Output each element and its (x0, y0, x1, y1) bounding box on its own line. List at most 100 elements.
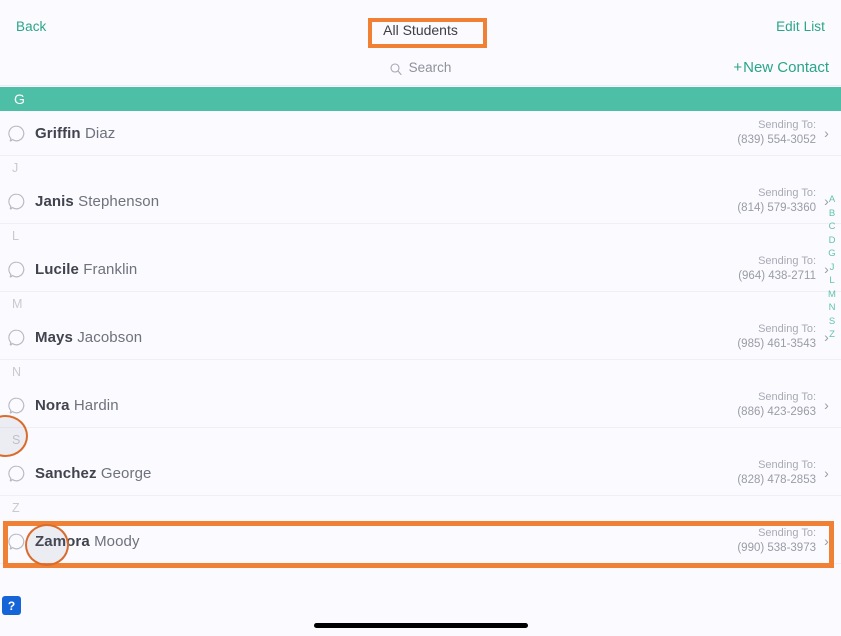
section-letter: S (0, 428, 841, 451)
section-letter: N (0, 360, 841, 383)
sending-to-block: Sending To: (814) 579-3360 (737, 187, 816, 215)
contact-last-name: Diaz (80, 124, 116, 142)
avatar-icon (8, 261, 25, 278)
contact-row[interactable]: Janis Stephenson Sending To: (814) 579-336… (0, 179, 841, 224)
section-letter: Z (0, 496, 841, 519)
navigation-bar: Back Edit List (0, 0, 841, 52)
sending-to-block: Sending To: (828) 478-2853 (737, 459, 816, 487)
contact-row-right: Sending To: (828) 478-2853 › (737, 459, 831, 487)
sending-to-phone: (886) 423-2963 (737, 405, 816, 418)
contacts-screen: Back Edit List All Students Search +New … (0, 0, 841, 636)
new-contact-button[interactable]: +New Contact (733, 59, 829, 76)
alphabet-index-letter[interactable]: C (829, 220, 836, 234)
contact-row-right: Sending To: (814) 579-3360 › (737, 187, 831, 215)
home-indicator (313, 623, 528, 628)
contact-first-name: Janis (35, 192, 74, 210)
plus-icon: + (733, 59, 743, 76)
section-letter-text: Z (12, 500, 20, 515)
section-letter-text: L (12, 228, 19, 243)
section-header-band: G (0, 87, 841, 111)
sending-to-phone: (990) 538-3973 (737, 541, 816, 554)
help-button[interactable]: ? (2, 596, 21, 615)
sending-to-phone: (839) 554-3052 (737, 133, 816, 146)
sending-to-block: Sending To: (839) 554-3052 (737, 119, 816, 147)
contact-rows: Griffin Diaz Sending To: (839) 554-3052 › J J… (0, 111, 841, 564)
alphabet-index-letter[interactable]: M (828, 288, 836, 302)
sending-to-block: Sending To: (886) 423-2963 (737, 391, 816, 419)
sending-to-label: Sending To: (758, 458, 816, 471)
contact-name: Mays Jacobson (35, 329, 142, 346)
sending-to-phone: (828) 478-2853 (737, 473, 816, 486)
alphabet-index-letter[interactable]: D (829, 234, 836, 248)
alphabet-index-letter[interactable]: S (829, 315, 835, 329)
section-letter: J (0, 156, 841, 179)
contact-name: Griffin Diaz (35, 125, 115, 142)
alphabet-index-letter[interactable]: L (829, 274, 834, 288)
sending-to-block: Sending To: (990) 538-3973 (737, 527, 816, 555)
edit-list-button[interactable]: Edit List (776, 19, 825, 34)
new-contact-label: New Contact (743, 59, 829, 76)
section-letter-text: M (12, 296, 23, 311)
contact-last-name: Moody (89, 532, 140, 550)
contact-first-name: Mays (35, 328, 73, 346)
alphabet-index-letter[interactable]: G (828, 247, 835, 261)
contact-name: Zamora Moody (35, 533, 140, 550)
alphabet-index-letter[interactable]: A (829, 193, 835, 207)
search-icon (390, 62, 402, 75)
sending-to-label: Sending To: (758, 322, 816, 335)
contact-row[interactable]: Lucile Franklin Sending To: (964) 438-2711… (0, 247, 841, 292)
section-letter-text: N (12, 364, 22, 379)
contact-row[interactable]: Zamora Moody Sending To: (990) 538-3973 › (0, 519, 841, 564)
contact-row-right: Sending To: (985) 461-3543 › (737, 323, 831, 351)
contact-name: Nora Hardin (35, 397, 119, 414)
search-input[interactable]: Search (409, 60, 452, 75)
search-input-wrap[interactable]: Search (0, 60, 841, 75)
contact-row[interactable]: Griffin Diaz Sending To: (839) 554-3052 › (0, 111, 841, 156)
contact-first-name: Lucile (35, 260, 79, 278)
sending-to-label: Sending To: (758, 390, 816, 403)
contact-row-right: Sending To: (990) 538-3973 › (737, 527, 831, 555)
contact-name: Janis Stephenson (35, 193, 159, 210)
section-letter: L (0, 224, 841, 247)
contact-row[interactable]: Nora Hardin Sending To: (886) 423-2963 › (0, 383, 841, 428)
sending-to-block: Sending To: (985) 461-3543 (737, 323, 816, 351)
sending-to-phone: (985) 461-3543 (737, 337, 816, 350)
contact-row[interactable]: Mays Jacobson Sending To: (985) 461-3543 › (0, 315, 841, 360)
sending-to-label: Sending To: (758, 526, 816, 539)
contact-first-name: Griffin (35, 124, 81, 142)
contact-last-name: Jacobson (72, 328, 143, 346)
section-letter-text: S (12, 432, 21, 447)
contact-last-name: Hardin (69, 396, 119, 414)
section-letter: M (0, 292, 841, 315)
contact-row-right: Sending To: (886) 423-2963 › (737, 391, 831, 419)
alphabet-index-letter[interactable]: B (829, 207, 835, 221)
contact-name: Lucile Franklin (35, 261, 137, 278)
sending-to-label: Sending To: (758, 186, 816, 199)
sending-to-phone: (964) 438-2711 (738, 269, 816, 282)
sending-to-label: Sending To: (758, 118, 816, 131)
contact-row-right: Sending To: (839) 554-3052 › (737, 119, 831, 147)
chevron-right-icon[interactable]: › (822, 466, 831, 480)
sending-to-block: Sending To: (964) 438-2711 (738, 255, 816, 283)
contact-last-name: Stephenson (73, 192, 160, 210)
contact-last-name: Franklin (78, 260, 138, 278)
search-bar[interactable]: Search +New Contact (0, 52, 841, 86)
alphabet-index-letter[interactable]: N (829, 301, 836, 315)
alphabet-index-letter[interactable]: Z (829, 328, 835, 342)
chevron-right-icon[interactable]: › (822, 398, 831, 412)
contact-row[interactable]: Sanchez George Sending To: (828) 478-2853 › (0, 451, 841, 496)
avatar-icon (8, 329, 25, 346)
section-header-letter: G (14, 91, 25, 107)
alphabet-index[interactable]: ABCDGJLMNSZ (825, 193, 839, 342)
contact-row-right: Sending To: (964) 438-2711 › (738, 255, 831, 283)
chevron-right-icon[interactable]: › (822, 534, 831, 548)
avatar-icon (8, 193, 25, 210)
sending-to-phone: (814) 579-3360 (737, 201, 816, 214)
contact-last-name: George (96, 464, 152, 482)
alphabet-index-letter[interactable]: J (830, 261, 835, 275)
avatar-icon (8, 465, 25, 482)
avatar-icon (8, 397, 25, 414)
chevron-right-icon[interactable]: › (822, 126, 831, 140)
back-button[interactable]: Back (16, 19, 46, 34)
section-letter-text: J (12, 160, 19, 175)
